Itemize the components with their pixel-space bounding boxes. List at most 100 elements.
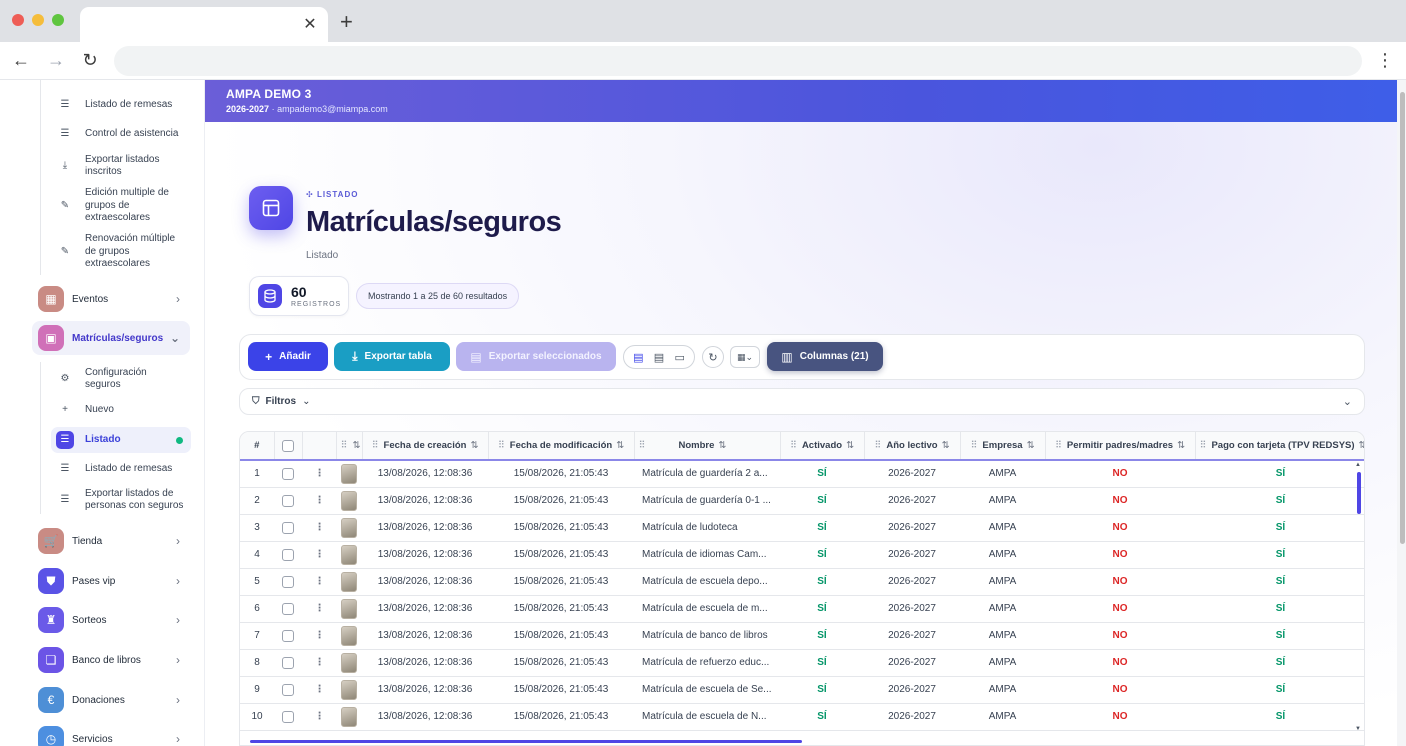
sidebar-item-sorteos[interactable]: ♜ Sorteos ›	[32, 603, 190, 637]
scroll-up-icon[interactable]: ▲	[1355, 462, 1361, 468]
column-header-empresa[interactable]: ⠿ Empresa ⇅	[960, 432, 1046, 461]
row-checkbox[interactable]	[282, 548, 294, 561]
view-spacious-icon[interactable]: ▭	[674, 351, 684, 364]
more-actions-icon[interactable]: ⋮	[315, 711, 325, 722]
sidebar-item-servicios[interactable]: ◷ Servicios ›	[32, 722, 190, 746]
more-actions-icon[interactable]: ⋮	[315, 468, 325, 479]
sidebar-sub-listado-remesas[interactable]: ☰ Listado de remesas	[56, 460, 191, 478]
row-thumbnail[interactable]	[341, 490, 357, 511]
drag-handle-icon[interactable]: ⠿	[790, 440, 797, 451]
row-thumbnail[interactable]	[341, 598, 357, 619]
page-scrollbar-thumb[interactable]	[1400, 92, 1405, 544]
sort-icon[interactable]: ⇅	[846, 440, 854, 451]
table-row[interactable]: 3 ⋮ 13/08/2026, 12:08:36 15/08/2026, 21:05:…	[240, 514, 1364, 542]
row-thumbnail[interactable]	[341, 652, 357, 673]
view-compact-icon[interactable]: ▤	[633, 351, 643, 364]
sidebar-sub-exportar-seguros[interactable]: ☰ Exportar listados de personas con segu…	[56, 487, 191, 513]
row-thumbnail[interactable]	[341, 544, 357, 565]
drag-handle-icon[interactable]: ⠿	[1055, 440, 1062, 451]
add-button[interactable]: + Añadir	[248, 342, 328, 371]
column-header-nombre[interactable]: ⠿ Nombre ⇅	[634, 432, 781, 461]
expand-filters-icon[interactable]: ⌄	[1343, 395, 1352, 408]
row-checkbox[interactable]	[282, 575, 294, 588]
more-actions-icon[interactable]: ⋮	[315, 549, 325, 560]
drag-handle-icon[interactable]: ⠿	[874, 440, 881, 451]
drag-handle-icon[interactable]: ⠿	[341, 440, 348, 451]
row-thumbnail[interactable]	[341, 679, 357, 700]
window-close-dot[interactable]	[12, 14, 24, 26]
table-row[interactable]: 8 ⋮ 13/08/2026, 12:08:36 15/08/2026, 21:05:…	[240, 649, 1364, 677]
sidebar-sub-exportar-inscritos[interactable]: ⤓ Exportar listados inscritos	[56, 153, 191, 179]
row-thumbnail[interactable]	[341, 625, 357, 646]
table-row[interactable]: 1 ⋮ 13/08/2026, 12:08:36 15/08/2026, 21:05:…	[240, 460, 1364, 488]
sidebar-item-matriculas[interactable]: ▣ Matrículas/seguros ⌄	[32, 321, 190, 355]
drag-handle-icon[interactable]: ⠿	[970, 440, 977, 451]
table-horizontal-scrollbar[interactable]	[250, 740, 802, 743]
table-row[interactable]: 7 ⋮ 13/08/2026, 12:08:36 15/08/2026, 21:05:…	[240, 622, 1364, 650]
column-header-image[interactable]: ⠿ ⇅	[336, 432, 363, 461]
table-row[interactable]: 4 ⋮ 13/08/2026, 12:08:36 15/08/2026, 21:05:…	[240, 541, 1364, 569]
sidebar-sub-configuracion-seguros[interactable]: ⚙ Configuración seguros	[56, 366, 191, 392]
more-actions-icon[interactable]: ⋮	[315, 495, 325, 506]
column-header-fecha-modificacion[interactable]: ⠿ Fecha de modificación ⇅	[488, 432, 635, 461]
row-thumbnail[interactable]	[341, 571, 357, 592]
sidebar-item-banco-libros[interactable]: ❏ Banco de libros ›	[32, 643, 190, 677]
more-actions-icon[interactable]: ⋮	[315, 522, 325, 533]
sidebar-sub-listado[interactable]: ☰ Listado	[51, 427, 191, 453]
more-actions-icon[interactable]: ⋮	[315, 684, 325, 695]
columns-button[interactable]: ▥ Columnas (21)	[767, 342, 883, 371]
more-actions-icon[interactable]: ⋮	[315, 630, 325, 641]
table-row[interactable]: 10 ⋮ 13/08/2026, 12:08:36 15/08/2026, 21:05…	[240, 703, 1364, 731]
row-thumbnail[interactable]	[341, 706, 357, 727]
row-checkbox[interactable]	[282, 602, 294, 615]
table-vertical-scrollbar[interactable]: ▲ ▼	[1355, 462, 1361, 732]
table-scroll-thumb[interactable]	[1357, 472, 1361, 514]
sidebar-sub-renovacion-multiple[interactable]: ✎ Renovación múltiple de grupos extraesc…	[56, 233, 191, 271]
grid-density-icon[interactable]: ▦⌄	[730, 346, 760, 368]
browser-menu-icon[interactable]: ⋮	[1376, 51, 1394, 69]
row-checkbox[interactable]	[282, 521, 294, 534]
view-normal-icon[interactable]: ▤	[654, 351, 664, 364]
sort-icon[interactable]: ⇅	[616, 440, 624, 451]
browser-tab[interactable]: ✕	[80, 7, 328, 42]
scroll-down-icon[interactable]: ▼	[1355, 726, 1361, 732]
filters-bar[interactable]: ⛉ Filtros ⌄ ⌄	[239, 388, 1365, 415]
row-checkbox[interactable]	[282, 494, 294, 507]
sort-icon[interactable]: ⇅	[1359, 440, 1364, 451]
export-selected-button[interactable]: ▤ Exportar seleccionados	[456, 342, 616, 371]
sort-icon[interactable]: ⇅	[470, 440, 478, 451]
sidebar-item-donaciones[interactable]: € Donaciones ›	[32, 683, 190, 717]
table-row[interactable]: 9 ⋮ 13/08/2026, 12:08:36 15/08/2026, 21:05:…	[240, 676, 1364, 704]
table-row[interactable]: 5 ⋮ 13/08/2026, 12:08:36 15/08/2026, 21:05:…	[240, 568, 1364, 596]
table-row[interactable]: 2 ⋮ 13/08/2026, 12:08:36 15/08/2026, 21:05:…	[240, 487, 1364, 515]
drag-handle-icon[interactable]: ⠿	[372, 440, 379, 451]
back-icon[interactable]: ←	[10, 50, 32, 70]
row-checkbox[interactable]	[282, 710, 294, 723]
row-thumbnail[interactable]	[341, 463, 357, 484]
reload-icon[interactable]: ↻	[79, 50, 101, 70]
column-header-fecha-creacion[interactable]: ⠿ Fecha de creación ⇅	[362, 432, 489, 461]
drag-handle-icon[interactable]: ⠿	[639, 440, 646, 451]
refresh-icon[interactable]: ↻	[702, 346, 724, 368]
column-header-activado[interactable]: ⠿ Activado ⇅	[780, 432, 865, 461]
row-checkbox[interactable]	[282, 683, 294, 696]
sidebar-sub-remesas[interactable]: ☰ Listado de remesas	[56, 96, 191, 114]
sort-icon[interactable]: ⇅	[1027, 440, 1035, 451]
row-checkbox[interactable]	[282, 467, 294, 480]
close-tab-icon[interactable]: ✕	[300, 14, 320, 34]
sidebar-sub-edicion-multiple[interactable]: ✎ Edición multiple de grupos de extraesc…	[56, 187, 191, 225]
sort-icon[interactable]: ⇅	[1177, 440, 1185, 451]
row-checkbox[interactable]	[282, 629, 294, 642]
table-row[interactable]: 6 ⋮ 13/08/2026, 12:08:36 15/08/2026, 21:05:…	[240, 595, 1364, 623]
sidebar-sub-asistencia[interactable]: ☰ Control de asistencia	[56, 125, 191, 143]
select-all-checkbox[interactable]	[282, 439, 294, 452]
sidebar-sub-nuevo[interactable]: + Nuevo	[56, 401, 191, 419]
address-bar[interactable]	[114, 46, 1362, 76]
new-tab-icon[interactable]: +	[340, 11, 353, 33]
sidebar-item-tienda[interactable]: 🛒 Tienda ›	[32, 524, 190, 558]
forward-icon[interactable]: →	[45, 50, 67, 70]
row-checkbox[interactable]	[282, 656, 294, 669]
sort-icon[interactable]: ⇅	[352, 440, 360, 451]
window-maximize-dot[interactable]	[52, 14, 64, 26]
more-actions-icon[interactable]: ⋮	[315, 657, 325, 668]
